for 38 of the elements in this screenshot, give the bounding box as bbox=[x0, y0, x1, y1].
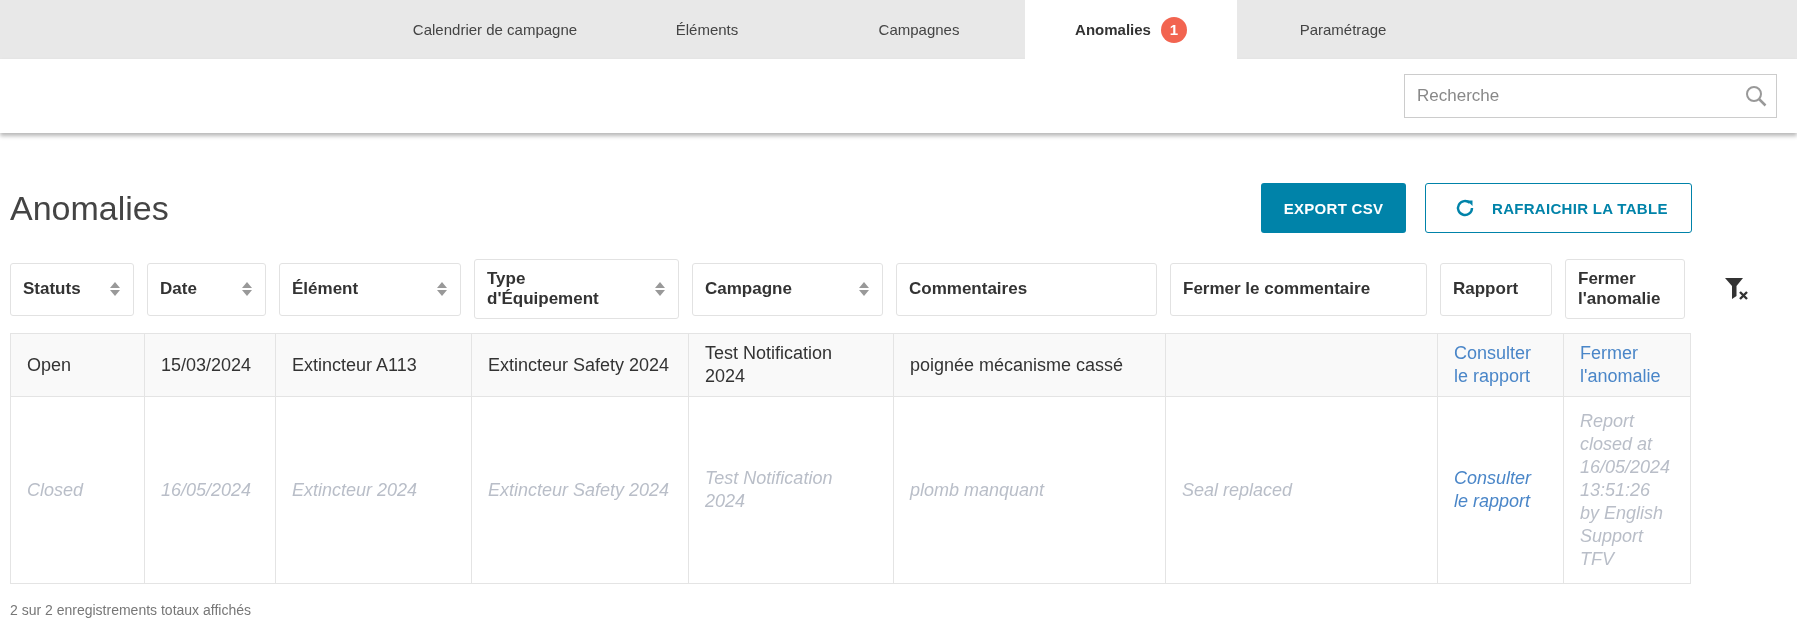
table-cell: Extincteur 2024 bbox=[292, 479, 418, 500]
column-filter[interactable]: Type d'Équipement bbox=[474, 259, 679, 319]
column-filter[interactable]: Statuts bbox=[10, 262, 134, 316]
refresh-button[interactable]: RAFRAICHIR LA TABLE bbox=[1425, 183, 1692, 233]
table-cell: Extincteur A113 bbox=[292, 354, 417, 375]
report-link[interactable]: Consulter le rapport bbox=[1454, 467, 1547, 513]
clear-filter-icon[interactable] bbox=[1724, 276, 1750, 302]
table-cell: Seal replaced bbox=[1182, 479, 1293, 500]
nav-tab[interactable]: Campagnes bbox=[813, 0, 1025, 59]
column-filter[interactable]: Élément bbox=[279, 262, 461, 316]
table-cell: Test Notification 2024 bbox=[705, 343, 833, 386]
nav-tab[interactable]: Calendrier de campagne bbox=[389, 0, 601, 59]
count-badge: 1 bbox=[1160, 16, 1187, 43]
nav-tab[interactable]: Éléments bbox=[601, 0, 813, 59]
column-filter[interactable]: Date bbox=[147, 262, 266, 316]
table-cell: plomb manquant bbox=[910, 479, 1045, 500]
column-filter[interactable]: Campagne bbox=[692, 262, 883, 316]
export-button[interactable]: EXPORT CSV bbox=[1261, 183, 1406, 233]
refresh-icon bbox=[1454, 197, 1476, 219]
column-filter[interactable]: Fermer le commentaire bbox=[1170, 262, 1427, 316]
column-filter[interactable]: Rapport bbox=[1440, 262, 1552, 316]
column-filter[interactable]: Commentaires bbox=[896, 262, 1157, 316]
table-cell: poignée mécanisme cassé bbox=[910, 354, 1124, 375]
table-cell: 15/03/2024 bbox=[161, 354, 252, 375]
search-icon bbox=[1745, 85, 1767, 107]
page-title: Anomalies bbox=[10, 188, 169, 228]
nav-tab[interactable]: Paramétrage bbox=[1237, 0, 1449, 59]
column-filter[interactable]: Fermer l'anomalie bbox=[1565, 259, 1685, 319]
table-cell: Test Notification 2024 bbox=[705, 468, 833, 511]
table-cell: Extincteur Safety 2024 bbox=[488, 354, 670, 375]
table-cell: Closed bbox=[27, 479, 84, 500]
table-cell: Report closed at 16/05/2024 13:51:26 by English Support TFV bbox=[1580, 410, 1671, 569]
table-cell: Extincteur Safety 2024 bbox=[488, 479, 670, 500]
table-cell: Open bbox=[27, 354, 72, 375]
search-field[interactable]: Recherche bbox=[1404, 74, 1777, 118]
record-count: 2 sur 2 enregistrements totaux affichés bbox=[10, 602, 252, 618]
table-cell: 16/05/2024 bbox=[161, 479, 252, 500]
nav-tab[interactable]: Anomalies 1 bbox=[1025, 0, 1237, 59]
